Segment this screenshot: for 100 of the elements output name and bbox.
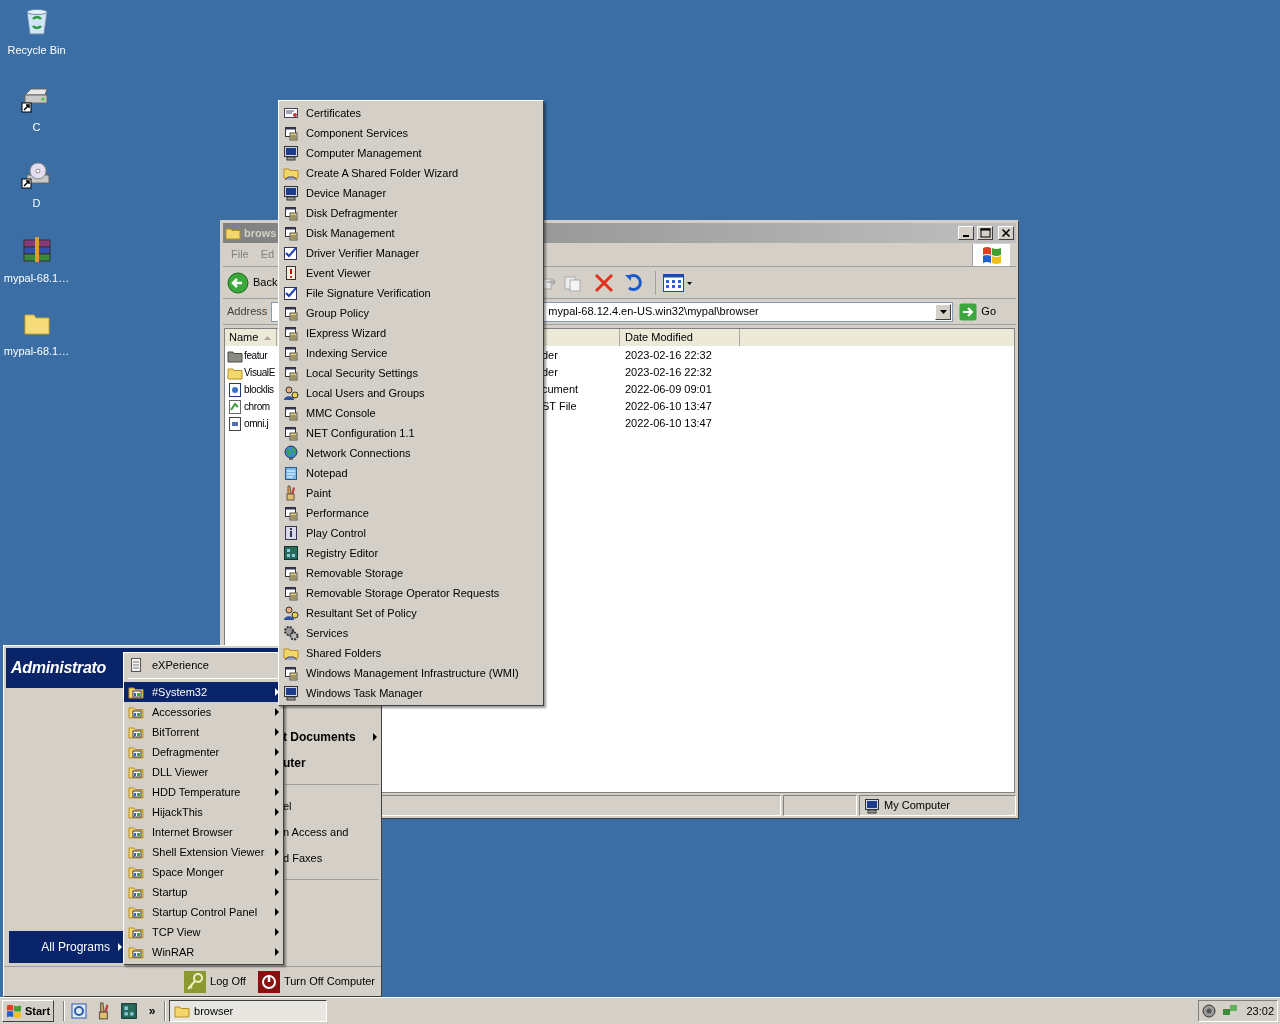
menu-item[interactable]: Computer Management [279,143,543,163]
log-icon [283,265,299,281]
cd-drive-icon[interactable] [20,159,53,191]
turn-off-button[interactable]: Turn Off Computer [257,970,375,993]
menu-item[interactable]: Component Services [279,123,543,143]
menu-item[interactable]: Notepad [279,463,543,483]
address-label: Address [227,304,268,320]
certificate-icon [283,105,299,121]
file-name[interactable]: blocklis [244,382,274,397]
delete-icon[interactable] [593,271,616,294]
menu-item[interactable]: Certificates [279,103,543,123]
table-cell: 2022-06-09 09:01 [625,383,712,396]
file-name[interactable]: featur [244,348,268,363]
menu-item[interactable]: n Access and [283,819,381,845]
menu-item[interactable]: Paint [279,483,543,503]
speaker-icon[interactable] [1202,1003,1218,1019]
menu-item[interactable]: HijackThis [124,802,283,822]
icon-label[interactable]: mypal-68.1… [3,270,70,287]
menu-item[interactable]: Removable Storage [279,563,543,583]
arrow-icon [275,848,279,856]
menu-item[interactable]: Disk Defragmenter [279,203,543,223]
menu-item[interactable]: Play Control [279,523,543,543]
console-icon [283,405,299,421]
menu-item[interactable]: Disk Management [279,223,543,243]
log-off-button[interactable]: Log Off [184,970,246,993]
arrow-icon [275,828,279,836]
program-folder-icon [128,784,144,800]
registry-icon [283,545,299,561]
menu-item[interactable]: Startup Control Panel [124,902,283,922]
task-button[interactable]: browser [169,1000,328,1022]
back-button[interactable]: Back [227,269,280,296]
menu-item[interactable]: Space Monger [124,862,283,882]
menu-item[interactable]: uter [283,750,381,776]
menu-item[interactable]: HDD Temperature [124,782,283,802]
menu-item[interactable]: Registry Editor [279,543,543,563]
views-icon[interactable] [662,271,695,294]
dropdown-button[interactable] [935,303,952,320]
menu-item[interactable]: Performance [279,503,543,523]
menu-item[interactable]: Driver Verifier Manager [279,243,543,263]
icon-label[interactable]: mypal-68.1… [3,343,70,360]
menu-item[interactable]: Indexing Service [279,343,543,363]
menu-item[interactable]: Group Policy [279,303,543,323]
users-icon [283,385,299,401]
column-header[interactable]: Name [225,329,277,346]
sort-arrow-icon [264,335,272,340]
notepad-icon [283,465,299,481]
menu-item[interactable]: Network Connections [279,443,543,463]
folder-icon [283,165,299,181]
file-name[interactable]: omni.j [244,416,269,431]
all-programs-button[interactable]: All Programs [9,931,124,963]
menu-item[interactable]: TCP View [124,922,283,942]
console-icon [283,365,299,381]
menu-item[interactable]: Defragmenter [124,742,283,762]
menu-item[interactable]: Event Viewer [279,263,543,283]
maximize-button[interactable] [977,226,993,240]
menu-item[interactable]: Accessories [124,702,283,722]
menu-item[interactable]: MMC Console [279,403,543,423]
column-header[interactable]: Date Modified [620,329,740,346]
icon-label[interactable]: Recycle Bin [7,42,66,59]
start-button[interactable]: Start [2,1000,55,1022]
gear-icon [283,625,299,641]
document-icon [227,415,243,432]
menu-item[interactable]: NET Configuration 1.1 [279,423,543,443]
menu-item[interactable]: WinRAR [124,942,283,962]
icon-label[interactable]: C [32,119,41,136]
menu-item[interactable]: File Signature Verification [279,283,543,303]
icon-label[interactable]: D [32,195,41,212]
program-folder-icon [128,924,144,940]
checklist-icon [283,245,299,261]
menu-item[interactable]: Create A Shared Folder Wizard [279,163,543,183]
key-icon [184,970,206,993]
browser-icon[interactable] [70,1002,89,1020]
menu-item[interactable]: el [283,793,381,819]
menu-item[interactable]: IExpress Wizard [279,323,543,343]
menu-item[interactable]: BitTorrent [124,722,283,742]
menu-item[interactable]: Local Security Settings [279,363,543,383]
program-folder-icon [128,864,144,880]
menu-item[interactable]: Shell Extension Viewer [124,842,283,862]
go-button[interactable]: Go [959,302,997,321]
monitor-icon [283,185,299,201]
menu-item[interactable]: Resultant Set of Policy [279,603,543,623]
table-cell: 2022-06-10 13:47 [625,400,712,413]
close-button[interactable] [998,226,1014,240]
menu-item[interactable]: Removable Storage Operator Requests [279,583,543,603]
menu-item[interactable]: Device Manager [279,183,543,203]
menu-item[interactable]: Startup [124,882,283,902]
arrow-icon [275,888,279,896]
globe-icon [283,445,299,461]
document-icon [227,381,243,398]
menu-item[interactable]: Local Users and Groups [279,383,543,403]
program-folder-icon [128,724,144,740]
menu-item[interactable]: DLL Viewer [124,762,283,782]
menu-item[interactable]: d Faxes [283,845,381,871]
file-name[interactable]: chrom [244,399,270,414]
file-name[interactable]: VisualE [244,365,275,380]
menu-item[interactable]: Services [279,623,543,643]
chevron-button[interactable]: » [145,1002,160,1020]
minimize-button[interactable] [958,226,974,240]
program-folder-icon [128,904,144,920]
menu-item[interactable]: Internet Browser [124,822,283,842]
